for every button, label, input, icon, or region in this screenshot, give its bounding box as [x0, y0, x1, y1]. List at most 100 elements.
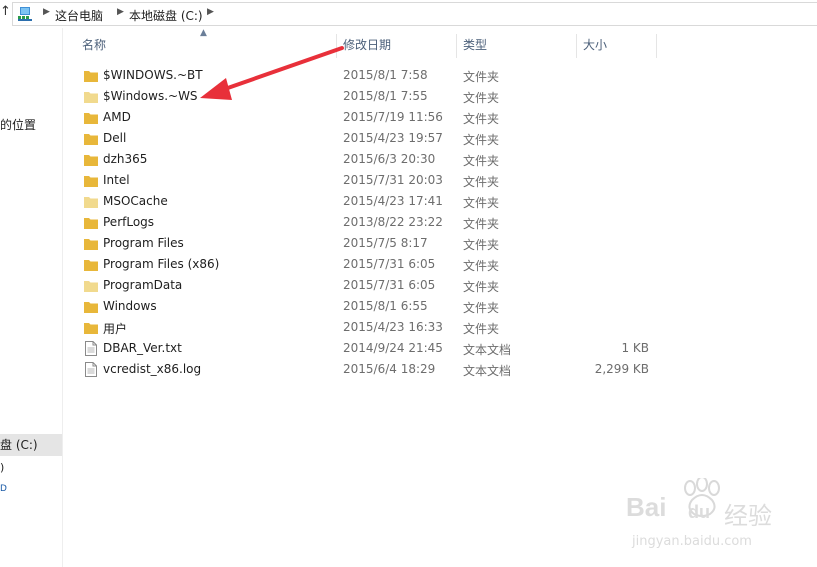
file-modified-date: 2015/7/31 6:05: [343, 257, 436, 271]
file-name: DBAR_Ver.txt: [103, 341, 182, 355]
folder-icon: [84, 239, 98, 250]
breadcrumb-local-disk[interactable]: 本地磁盘 (C:): [129, 7, 203, 24]
file-modified-date: 2015/7/31 20:03: [343, 173, 443, 187]
file-row[interactable]: 用户 2015/4/23 16:33 文件夹: [78, 318, 658, 339]
folder-icon: [84, 218, 98, 229]
file-type: 文件夹: [463, 154, 500, 168]
navigation-pane: 的位置 盘 (C:) ) D: [0, 28, 63, 567]
column-header-size[interactable]: 大小: [583, 30, 607, 60]
file-type: 文件夹: [463, 175, 500, 189]
file-modified-date: 2015/4/23 19:57: [343, 131, 443, 145]
file-modified-date: 2013/8/22 23:22: [343, 215, 443, 229]
nav-item-partial[interactable]: ): [0, 461, 4, 474]
folder-icon: [84, 197, 98, 208]
file-name: Windows: [103, 299, 157, 313]
folder-icon: [84, 134, 98, 145]
address-bar: ↑ ▶ 这台电脑 ▶ 本地磁盘 (C:) ▶: [0, 0, 817, 28]
file-name: Intel: [103, 173, 130, 187]
file-row[interactable]: Dell 2015/4/23 19:57 文件夹: [78, 129, 658, 150]
folder-icon: [84, 92, 98, 103]
file-row[interactable]: MSOCache 2015/4/23 17:41 文件夹: [78, 192, 658, 213]
file-size: 2,299 KB: [594, 362, 649, 376]
column-divider[interactable]: [576, 34, 577, 58]
file-type: 文件夹: [463, 70, 500, 84]
file-row[interactable]: Intel 2015/7/31 20:03 文件夹: [78, 171, 658, 192]
file-row[interactable]: Program Files (x86) 2015/7/31 6:05 文件夹: [78, 255, 658, 276]
computer-icon: [18, 7, 32, 21]
nav-item-recent-places[interactable]: 的位置: [0, 116, 36, 133]
file-row[interactable]: AMD 2015/7/19 11:56 文件夹: [78, 108, 658, 129]
file-type: 文本文档: [463, 364, 512, 378]
file-modified-date: 2015/7/5 8:17: [343, 236, 428, 250]
column-divider[interactable]: [336, 34, 337, 58]
watermark-brand-du: du: [688, 502, 710, 522]
file-row[interactable]: ProgramData 2015/7/31 6:05 文件夹: [78, 276, 658, 297]
folder-icon: [84, 302, 98, 313]
breadcrumb-chevron-icon[interactable]: ▶: [117, 7, 124, 17]
text-file-icon: [85, 341, 97, 356]
file-modified-date: 2015/7/19 11:56: [343, 110, 443, 124]
file-type: 文件夹: [463, 280, 500, 294]
file-row[interactable]: $WINDOWS.~BT 2015/8/1 7:58 文件夹: [78, 66, 658, 87]
file-type: 文件夹: [463, 217, 500, 231]
file-type: 文件夹: [463, 322, 500, 336]
file-modified-date: 2014/9/24 21:45: [343, 341, 443, 355]
file-name: AMD: [103, 110, 131, 124]
folder-icon: [84, 176, 98, 187]
file-row[interactable]: PerfLogs 2013/8/22 23:22 文件夹: [78, 213, 658, 234]
file-modified-date: 2015/6/3 20:30: [343, 152, 436, 166]
file-row[interactable]: DBAR_Ver.txt 2014/9/24 21:45 文本文档 1 KB: [78, 339, 658, 360]
column-divider[interactable]: [456, 34, 457, 58]
up-arrow-icon[interactable]: ↑: [0, 4, 11, 19]
file-name: 用户: [103, 322, 128, 336]
folder-icon: [84, 323, 98, 334]
folder-icon: [84, 71, 98, 82]
file-size: 1 KB: [621, 341, 649, 355]
file-modified-date: 2015/4/23 17:41: [343, 194, 443, 208]
file-row[interactable]: $Windows.~WS 2015/8/1 7:55 文件夹: [78, 87, 658, 108]
nav-item-partial[interactable]: D: [0, 484, 7, 494]
watermark-brand: Bai: [626, 492, 667, 522]
file-type: 文件夹: [463, 133, 500, 147]
folder-icon: [84, 260, 98, 271]
file-type: 文件夹: [463, 196, 500, 210]
file-name: PerfLogs: [103, 215, 155, 229]
file-name: MSOCache: [103, 194, 168, 208]
address-field[interactable]: ▶ 这台电脑 ▶ 本地磁盘 (C:) ▶: [12, 2, 817, 26]
column-header-date[interactable]: 修改日期: [343, 30, 391, 60]
file-row[interactable]: dzh365 2015/6/3 20:30 文件夹: [78, 150, 658, 171]
file-name: vcredist_x86.log: [103, 362, 202, 376]
file-row[interactable]: Program Files 2015/7/5 8:17 文件夹: [78, 234, 658, 255]
file-type: 文本文档: [463, 343, 512, 357]
file-row[interactable]: Windows 2015/8/1 6:55 文件夹: [78, 297, 658, 318]
file-name: ProgramData: [103, 278, 183, 292]
file-type: 文件夹: [463, 238, 500, 252]
column-header-type[interactable]: 类型: [463, 30, 487, 60]
folder-icon: [84, 281, 98, 292]
folder-icon: [84, 155, 98, 166]
file-type: 文件夹: [463, 112, 500, 126]
file-name: dzh365: [103, 152, 148, 166]
file-modified-date: 2015/6/4 18:29: [343, 362, 436, 376]
breadcrumb-chevron-icon[interactable]: ▶: [207, 7, 214, 17]
nav-item-local-disk[interactable]: 盘 (C:): [0, 434, 62, 456]
baidu-watermark: Bai du 经验 jingyan.baidu.com: [622, 476, 812, 558]
file-name: Program Files: [103, 236, 184, 250]
breadcrumb-chevron-icon[interactable]: ▶: [43, 7, 50, 17]
watermark-cn: 经验: [724, 502, 772, 530]
file-name: Dell: [103, 131, 127, 145]
sort-ascending-icon: ▲: [200, 28, 207, 38]
file-modified-date: 2015/8/1 7:55: [343, 89, 428, 103]
column-divider[interactable]: [656, 34, 657, 58]
file-name: $Windows.~WS: [103, 89, 198, 103]
file-type: 文件夹: [463, 259, 500, 273]
file-modified-date: 2015/8/1 6:55: [343, 299, 428, 313]
file-type: 文件夹: [463, 91, 500, 105]
watermark-url: jingyan.baidu.com: [632, 534, 752, 549]
breadcrumb-this-pc[interactable]: 这台电脑: [55, 7, 103, 24]
file-row[interactable]: vcredist_x86.log 2015/6/4 18:29 文本文档 2,299 …: [78, 360, 658, 381]
column-header-name[interactable]: 名称: [82, 30, 106, 60]
file-modified-date: 2015/4/23 16:33: [343, 320, 443, 334]
folder-icon: [84, 113, 98, 124]
file-name: $WINDOWS.~BT: [103, 68, 203, 82]
